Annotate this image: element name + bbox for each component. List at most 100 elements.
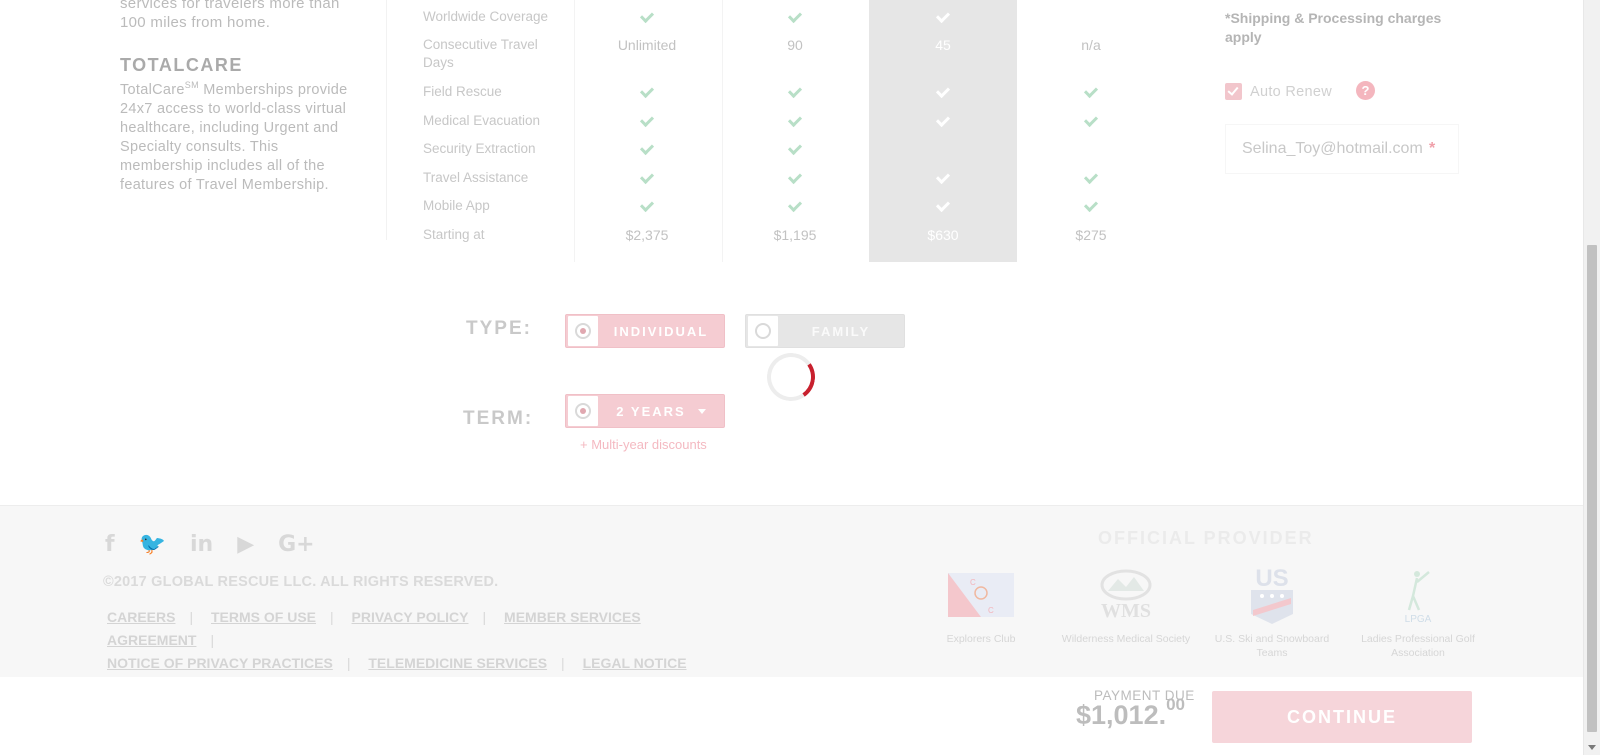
continue-button[interactable]: CONTINUE bbox=[1212, 691, 1472, 743]
partner-caption: Explorers Club bbox=[946, 633, 1016, 645]
auto-renew-row: Auto Renew ? bbox=[1225, 81, 1375, 101]
table-cell: $630 bbox=[927, 227, 959, 243]
footer: f 🐦 in ▶ G+ ©2017 GLOBAL RESCUE LLC. ALL… bbox=[0, 505, 1583, 677]
type-option-family[interactable]: FAMILY bbox=[745, 314, 905, 348]
payment-due-amount: $1,012.00 bbox=[1076, 695, 1185, 731]
check-icon bbox=[1017, 112, 1165, 130]
check-icon bbox=[573, 112, 721, 130]
table-cell: Unlimited bbox=[617, 37, 677, 53]
page: services for travelers more than 100 mil… bbox=[0, 0, 1583, 755]
google-plus-icon[interactable]: G+ bbox=[278, 532, 315, 557]
term-value: 2 YEARS bbox=[616, 403, 686, 419]
partner-lpga: LPGA Ladies Professional Golf Associatio… bbox=[1353, 564, 1483, 660]
required-mark: * bbox=[1429, 140, 1436, 157]
svg-text:C: C bbox=[988, 606, 994, 615]
auto-renew-label[interactable]: Auto Renew bbox=[1250, 84, 1332, 100]
feature-label: Medical Evacuation bbox=[423, 113, 541, 128]
footer-link-telemedicine[interactable]: TELEMEDICINE SERVICES bbox=[368, 655, 547, 671]
lpga-logo: LPGA bbox=[1353, 564, 1483, 626]
table-cell: $2,375 bbox=[625, 227, 669, 243]
scrollbar-thumb[interactable] bbox=[1587, 245, 1597, 732]
check-icon bbox=[721, 8, 869, 26]
type-option-label: FAMILY bbox=[811, 323, 871, 339]
scroll-down-arrow-icon[interactable] bbox=[1588, 745, 1596, 750]
table-cell: 90 bbox=[787, 37, 803, 53]
wms-logo: WMS bbox=[1061, 564, 1191, 626]
payment-bar: PAYMENT DUE $1,012.00 CONTINUE bbox=[0, 677, 1583, 755]
radio-icon bbox=[568, 316, 598, 346]
table-cell: $275 bbox=[1075, 227, 1107, 243]
footer-link-terms[interactable]: TERMS OF USE bbox=[211, 609, 316, 625]
travel-membership-desc: services for travelers more than 100 mil… bbox=[120, 0, 340, 31]
table-cell: 45 bbox=[935, 37, 951, 53]
partner-caption: U.S. Ski and Snowboard Teams bbox=[1214, 633, 1330, 659]
payment-amount-dollars: $1,012. bbox=[1076, 700, 1167, 730]
term-label: TERM: bbox=[463, 408, 534, 429]
facebook-icon[interactable]: f bbox=[105, 532, 115, 557]
shipping-note: *Shipping & Processing charges apply bbox=[1225, 10, 1442, 45]
email-field-wrapper: * bbox=[1225, 124, 1459, 174]
check-icon bbox=[573, 169, 721, 187]
us-logo-text: US bbox=[1255, 565, 1288, 592]
help-icon[interactable]: ? bbox=[1356, 81, 1375, 100]
check-icon bbox=[1017, 83, 1165, 101]
vertical-scrollbar[interactable] bbox=[1583, 0, 1600, 755]
check-icon bbox=[869, 112, 1017, 130]
feature-label: Consecutive Travel Days bbox=[423, 37, 538, 70]
feature-label: Travel Assistance bbox=[423, 170, 529, 185]
feature-label: Security Extraction bbox=[423, 141, 536, 156]
check-icon bbox=[721, 197, 869, 215]
linkedin-icon[interactable]: in bbox=[190, 532, 213, 557]
service-mark: SM bbox=[184, 80, 199, 90]
partner-wms: WMS Wilderness Medical Society bbox=[1061, 564, 1191, 646]
radio-icon bbox=[748, 316, 778, 346]
feature-label: Mobile App bbox=[423, 198, 490, 213]
table-cell: n/a bbox=[1081, 37, 1101, 53]
explorers-club-logo: C C bbox=[916, 564, 1046, 626]
social-links: f 🐦 in ▶ G+ bbox=[105, 532, 339, 557]
radio-icon bbox=[568, 396, 598, 426]
partner-us-ski: US U.S. Ski and Snowboard Teams bbox=[1207, 564, 1337, 660]
auto-renew-checkbox[interactable] bbox=[1225, 83, 1242, 100]
svg-text:C: C bbox=[970, 578, 976, 587]
term-dropdown[interactable]: 2 YEARS bbox=[565, 394, 725, 428]
check-icon bbox=[573, 197, 721, 215]
type-option-individual[interactable]: INDIVIDUAL bbox=[565, 314, 725, 348]
youtube-icon[interactable]: ▶ bbox=[237, 532, 254, 557]
check-icon bbox=[869, 169, 1017, 187]
totalcare-title: TOTALCARE bbox=[120, 55, 243, 75]
check-icon bbox=[869, 8, 1017, 26]
feature-label: Field Rescue bbox=[423, 84, 502, 99]
multi-year-discounts-link[interactable]: + Multi-year discounts bbox=[580, 437, 707, 452]
check-icon bbox=[721, 140, 869, 158]
check-icon bbox=[1017, 197, 1165, 215]
payment-amount-cents: 00 bbox=[1166, 695, 1186, 714]
check-icon bbox=[721, 83, 869, 101]
footer-link-careers[interactable]: CAREERS bbox=[107, 609, 175, 625]
official-provider-title: OFFICIAL PROVIDER bbox=[1098, 528, 1314, 548]
type-label: TYPE: bbox=[466, 318, 532, 339]
us-ski-logo: US bbox=[1207, 564, 1337, 626]
table-cell: $1,195 bbox=[773, 227, 817, 243]
footer-link-privacy-practices[interactable]: NOTICE OF PRIVACY PRACTICES bbox=[107, 655, 333, 671]
twitter-icon[interactable]: 🐦 bbox=[139, 532, 166, 557]
check-icon bbox=[721, 112, 869, 130]
loading-spinner-icon bbox=[763, 349, 819, 405]
feature-label: Worldwide Coverage bbox=[423, 9, 549, 24]
check-icon bbox=[869, 83, 1017, 101]
partner-explorers-club: C C Explorers Club bbox=[916, 564, 1046, 646]
footer-links: CAREERS | TERMS OF USE | PRIVACY POLICY | M… bbox=[107, 609, 687, 671]
term-dropdown-label: 2 YEARS bbox=[598, 404, 724, 419]
feature-label: Starting at bbox=[423, 227, 485, 242]
lpga-logo-text: LPGA bbox=[1405, 614, 1432, 625]
check-icon bbox=[573, 140, 721, 158]
partner-caption: Ladies Professional Golf Association bbox=[1361, 633, 1475, 659]
check-icon bbox=[573, 83, 721, 101]
footer-link-privacy[interactable]: PRIVACY POLICY bbox=[352, 609, 469, 625]
footer-link-legal[interactable]: LEGAL NOTICE bbox=[583, 655, 687, 671]
column-divider bbox=[386, 0, 387, 240]
check-icon bbox=[573, 8, 721, 26]
email-field[interactable] bbox=[1242, 140, 1427, 158]
copyright: ©2017 GLOBAL RESCUE LLC. ALL RIGHTS RESE… bbox=[103, 574, 499, 590]
type-option-label: INDIVIDUAL bbox=[613, 323, 709, 339]
